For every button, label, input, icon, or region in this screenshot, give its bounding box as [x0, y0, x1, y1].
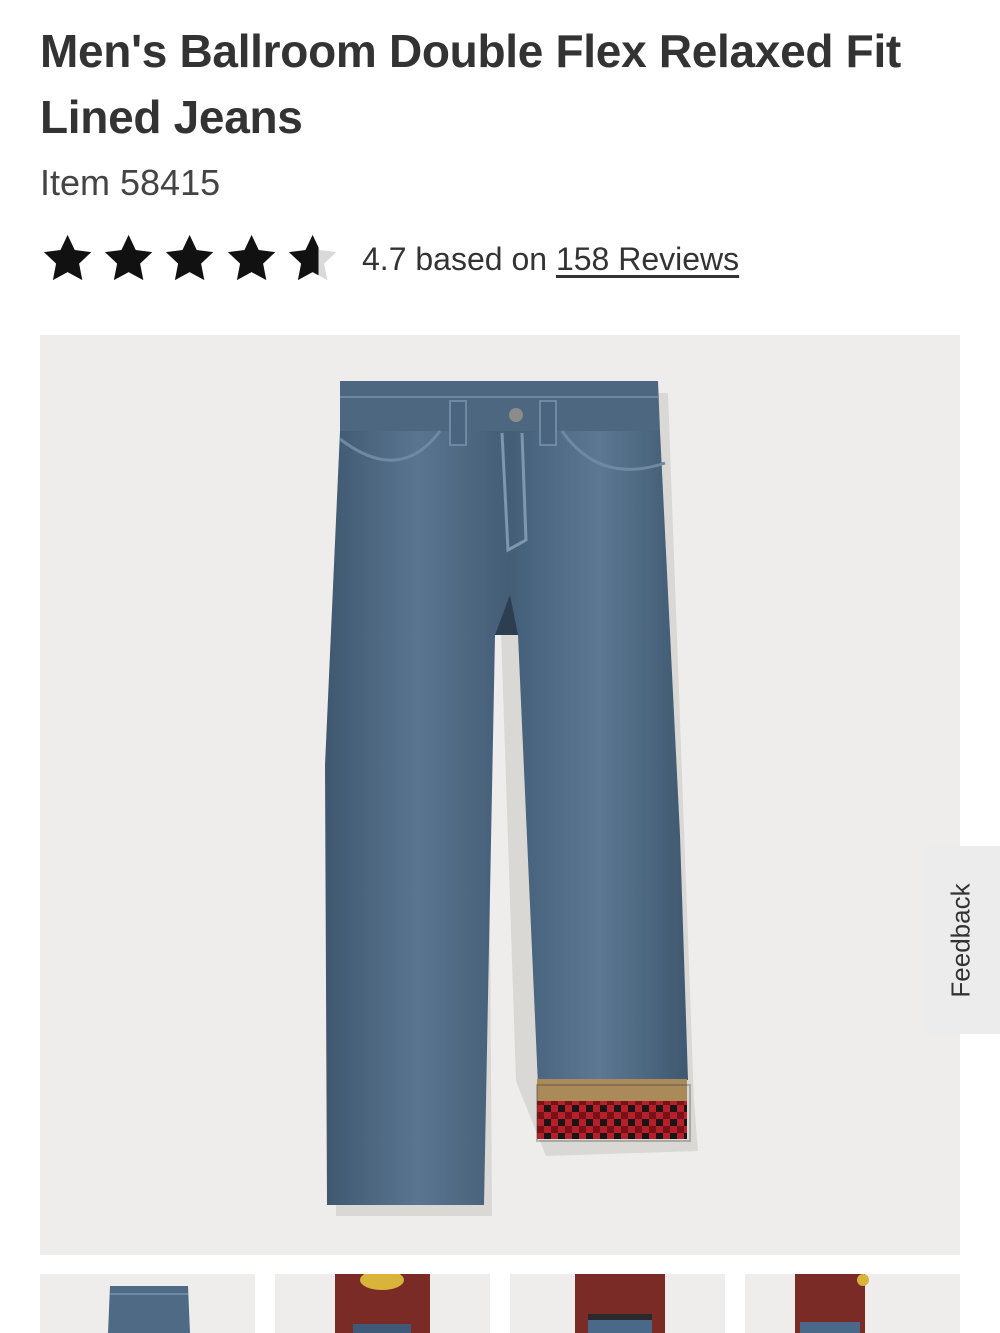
thumbnail-1[interactable]: [40, 1274, 255, 1333]
thumbnail-3[interactable]: [510, 1274, 725, 1333]
star-rating: [40, 231, 340, 287]
rating-prefix: 4.7 based on: [362, 240, 548, 277]
feedback-tab[interactable]: Feedback: [922, 846, 1000, 1034]
star-icon: [43, 234, 92, 281]
product-title: Men's Ballroom Double Flex Relaxed Fit L…: [40, 25, 901, 143]
rating-summary: 4.7 based on 158 Reviews: [40, 228, 940, 290]
item-number: Item 58415: [40, 162, 221, 203]
partial-star-icon: [288, 234, 337, 281]
model-thumbnail-image: [335, 1274, 430, 1333]
thumbnail-2[interactable]: [275, 1274, 490, 1333]
model-thumbnail-image: [575, 1274, 665, 1333]
star-icon: [227, 234, 275, 281]
thumbnail-4[interactable]: [745, 1274, 960, 1333]
jeans-image: [325, 381, 698, 1216]
rating-text: 4.7 based on 158 Reviews: [362, 241, 739, 278]
star-icon: [105, 234, 153, 281]
feedback-label: Feedback: [945, 882, 976, 998]
thumbnail-strip: [40, 1274, 960, 1333]
model-thumbnail-image: [795, 1274, 869, 1333]
main-product-image[interactable]: [40, 335, 960, 1255]
star-icon: [166, 234, 214, 281]
jeans-thumbnail-image: [108, 1286, 190, 1333]
reviews-link[interactable]: 158 Reviews: [556, 241, 739, 277]
